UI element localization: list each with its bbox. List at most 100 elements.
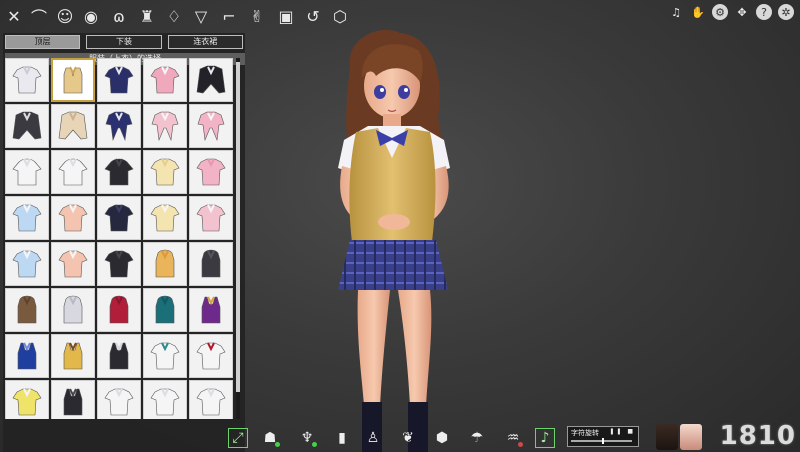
clothing-item[interactable] — [51, 150, 95, 194]
sock-icon[interactable]: ⌐ — [218, 5, 240, 27]
music-player[interactable]: 字符旋转 ❚❚ ■ — [567, 426, 639, 447]
clothing-item[interactable] — [189, 380, 233, 419]
clothing-icon[interactable]: ♢ — [163, 5, 185, 27]
clothing-item[interactable] — [189, 334, 233, 378]
underwear-icon[interactable]: ▽ — [190, 5, 212, 27]
right-leg — [398, 290, 432, 406]
close-icon[interactable]: ✕ — [3, 5, 25, 27]
shirt-icon — [104, 158, 134, 186]
tab-dresses[interactable]: 连衣裙 — [167, 35, 243, 49]
motion-icon[interactable]: ♒ — [503, 428, 523, 448]
clothing-item[interactable] — [189, 58, 233, 102]
clothing-item[interactable] — [97, 104, 141, 148]
shirt-icon — [12, 250, 42, 278]
body-icon[interactable]: ♜ — [136, 5, 158, 27]
settings-icon[interactable]: ✲ — [778, 4, 794, 20]
clothing-item[interactable] — [5, 288, 49, 332]
music-controls[interactable]: ❚❚ ■ — [609, 428, 635, 435]
leaf-icon[interactable]: ❦ — [398, 428, 418, 448]
clothing-item[interactable] — [5, 196, 49, 240]
clothing-item[interactable] — [5, 334, 49, 378]
tab-bottoms[interactable]: 下装 — [86, 35, 162, 49]
music-progress-knob[interactable] — [601, 438, 604, 444]
undo-icon[interactable]: ↺ — [302, 5, 324, 27]
clothing-item[interactable] — [97, 196, 141, 240]
bunny-icon[interactable]: ✌ — [246, 5, 268, 27]
clothing-item[interactable] — [189, 288, 233, 332]
clothing-item[interactable] — [5, 150, 49, 194]
shirt-icon — [150, 342, 180, 370]
hand-icon[interactable]: ✋ — [690, 4, 706, 20]
clothing-item[interactable] — [143, 150, 187, 194]
character-avatars — [656, 424, 702, 450]
avatar[interactable] — [656, 424, 678, 450]
chest-icon[interactable]: ɷ — [108, 5, 130, 27]
tab-tops[interactable]: 顶层 — [5, 35, 81, 49]
scroll-thumb[interactable] — [236, 62, 240, 392]
camera-settings-icon[interactable]: ⚙ — [712, 4, 728, 20]
accessory-icon[interactable]: ▮ — [332, 428, 352, 448]
avatar[interactable] — [680, 424, 702, 450]
pose-icon[interactable]: ♙ — [363, 428, 383, 448]
clothing-item[interactable] — [143, 196, 187, 240]
clothing-item[interactable] — [189, 196, 233, 240]
shirt-icon — [105, 111, 133, 142]
shirt-icon — [17, 295, 37, 324]
character-model[interactable] — [320, 28, 470, 452]
shirt-icon — [155, 295, 175, 324]
clothing-item[interactable] — [51, 334, 95, 378]
shirt-icon — [109, 295, 129, 324]
clothing-item[interactable] — [189, 150, 233, 194]
help-icon[interactable]: ? — [756, 4, 772, 20]
clothing-item[interactable] — [143, 334, 187, 378]
clothing-item[interactable] — [143, 58, 187, 102]
clothing-item[interactable] — [5, 58, 49, 102]
move-icon[interactable]: ✥ — [734, 4, 750, 20]
grid-scrollbar[interactable] — [236, 58, 240, 419]
clothing-item[interactable] — [5, 380, 49, 419]
voice-icon[interactable]: ♫ — [668, 4, 684, 20]
fullscreen-icon[interactable]: ⤢ — [228, 428, 248, 448]
music-progress-track[interactable] — [571, 438, 632, 444]
bottom-clothing-icon[interactable]: ♆ — [297, 428, 317, 448]
clothing-item[interactable] — [51, 380, 95, 419]
clothing-item[interactable] — [143, 242, 187, 286]
cube-view-icon[interactable]: ⬢ — [432, 428, 452, 448]
shirt-icon — [109, 342, 129, 370]
clothing-item[interactable] — [5, 104, 49, 148]
clothing-item[interactable] — [5, 242, 49, 286]
eye-icon[interactable]: ◉ — [80, 5, 102, 27]
clothing-item[interactable] — [97, 150, 141, 194]
shirt-icon — [196, 158, 226, 186]
cube-icon[interactable]: ⬡ — [329, 5, 351, 27]
shirt-icon — [63, 295, 83, 324]
clothing-item[interactable] — [97, 58, 141, 102]
clothing-item[interactable] — [143, 288, 187, 332]
shirt-icon — [63, 342, 83, 370]
clothing-item[interactable] — [97, 288, 141, 332]
clothing-item[interactable] — [189, 104, 233, 148]
shirt-icon — [58, 111, 88, 140]
clothing-item[interactable] — [189, 242, 233, 286]
clothing-item[interactable] — [143, 104, 187, 148]
shirt-icon — [12, 66, 42, 94]
lamp-icon[interactable]: ☂ — [467, 428, 487, 448]
save-icon[interactable]: ▣ — [275, 5, 297, 27]
top-clothing-icon[interactable]: ☗ — [260, 428, 280, 448]
clothing-item[interactable] — [51, 196, 95, 240]
clothing-item[interactable] — [97, 380, 141, 419]
shirt-icon — [104, 66, 134, 94]
clothing-item[interactable] — [51, 242, 95, 286]
face-icon[interactable]: ☺ — [54, 5, 76, 27]
right-eye — [398, 85, 410, 99]
clothing-item[interactable] — [143, 380, 187, 419]
clothing-item[interactable] — [97, 242, 141, 286]
clothing-item[interactable] — [97, 334, 141, 378]
shirt-icon — [150, 158, 180, 186]
shirt-icon — [104, 250, 134, 278]
clothing-item[interactable] — [51, 58, 95, 102]
clothing-item[interactable] — [51, 104, 95, 148]
music-icon[interactable]: ♪ — [535, 428, 555, 448]
clothing-item[interactable] — [51, 288, 95, 332]
hair-icon[interactable]: ⌒ — [28, 5, 50, 27]
